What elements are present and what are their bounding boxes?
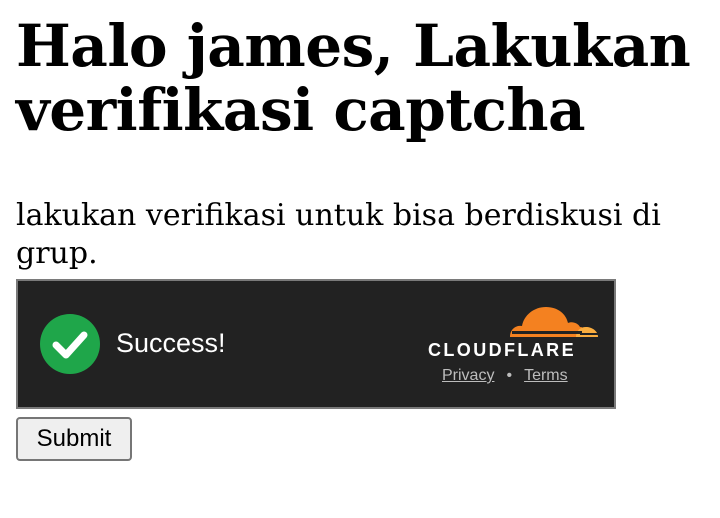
captcha-widget[interactable]: Success! CLOUDFLARE Privacy • Terms (16, 279, 616, 409)
cloudflare-wordmark: CLOUDFLARE (428, 340, 576, 360)
page-content: Halo james, Lakukan verifikasi captcha l… (16, 0, 706, 273)
page-description: lakukan verifikasi untuk bisa berdiskusi… (16, 198, 661, 271)
link-separator: • (506, 367, 513, 384)
terms-link[interactable]: Terms (524, 367, 568, 384)
check-circle-icon (40, 314, 100, 374)
captcha-status-text: Success! (116, 328, 226, 358)
cloudflare-logo-icon (510, 307, 598, 337)
submit-button[interactable]: Submit (16, 417, 132, 461)
privacy-link[interactable]: Privacy (442, 367, 494, 384)
captcha-links: Privacy • Terms (442, 366, 568, 386)
page-title: Halo james, Lakukan verifikasi captcha (16, 12, 691, 144)
